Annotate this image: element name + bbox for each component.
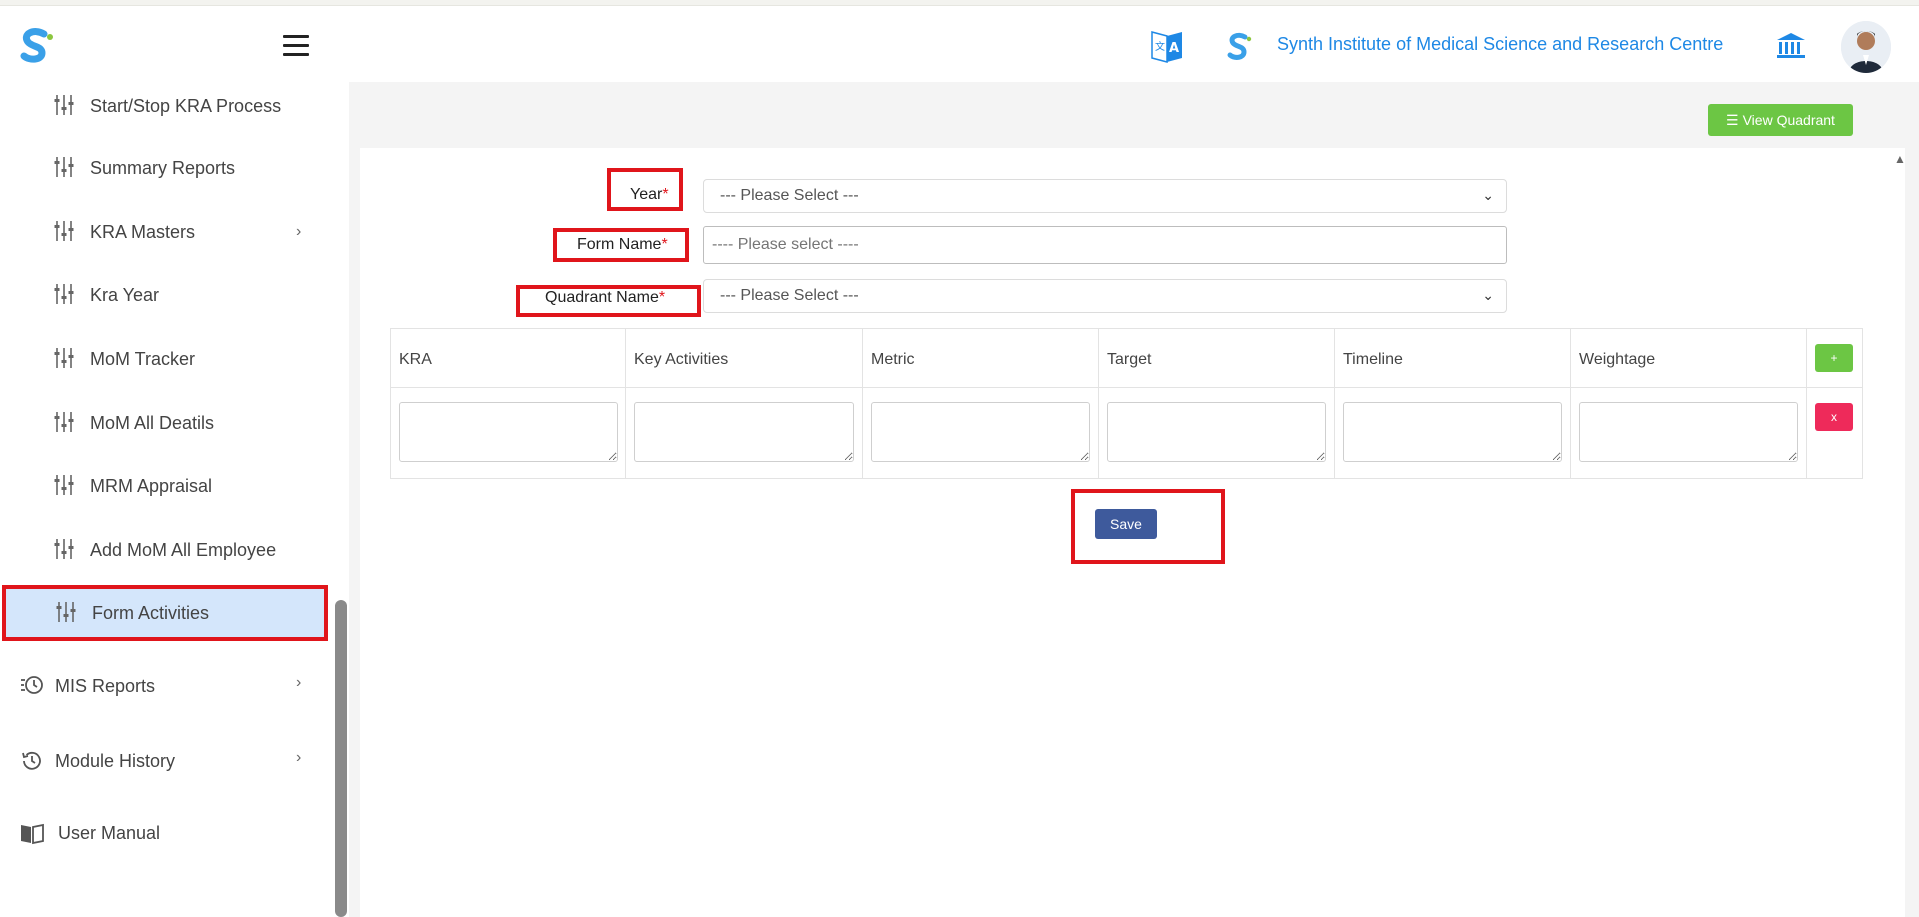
chevron-down-icon: ⌄ — [1482, 187, 1494, 203]
quadrant-select-value: --- Please Select --- — [720, 287, 859, 304]
quadrant-select[interactable]: --- Please Select --- ⌄ — [703, 279, 1507, 313]
timeline-textarea[interactable] — [1343, 402, 1562, 462]
svg-text:A: A — [1169, 41, 1179, 56]
sliders-icon — [56, 602, 76, 622]
sliders-icon — [54, 221, 74, 241]
sliders-icon — [54, 539, 74, 559]
app-logo-icon[interactable] — [16, 28, 56, 64]
institute-logo-icon — [1227, 32, 1252, 60]
column-header-weightage: Weightage — [1571, 329, 1807, 388]
sidebar-item-label: MoM Tracker — [90, 348, 196, 369]
weightage-textarea[interactable] — [1579, 402, 1798, 462]
sidebar-item-module-history[interactable]: Module History › — [0, 735, 330, 787]
sidebar-item-start-stop-kra[interactable]: Start/Stop KRA Process — [0, 80, 330, 132]
sidebar-item-label: MIS Reports — [55, 676, 156, 696]
institute-name[interactable]: Synth Institute of Medical Science and R… — [1277, 34, 1723, 55]
sliders-icon — [54, 157, 74, 177]
table-cell-target — [1099, 388, 1335, 478]
key-activities-textarea[interactable] — [634, 402, 854, 462]
sliders-icon — [54, 412, 74, 432]
sidebar-item-label: MoM All Deatils — [90, 412, 215, 433]
year-select[interactable]: --- Please Select --- ⌄ — [703, 179, 1507, 213]
sliders-icon — [54, 95, 74, 115]
chevron-right-icon: › — [296, 749, 302, 766]
column-header-key-activities: Key Activities — [626, 329, 863, 388]
table-cell-timeline — [1335, 388, 1571, 478]
view-quadrant-button[interactable]: ☰ View Quadrant — [1708, 104, 1853, 136]
menu-toggle-icon[interactable] — [283, 35, 309, 57]
table-cell-weightage — [1571, 388, 1807, 478]
sidebar-item-label: Kra Year — [90, 284, 160, 305]
sliders-icon — [54, 348, 74, 368]
year-label: Year* — [630, 186, 669, 203]
sidebar-item-label: MRM Appraisal — [90, 475, 213, 496]
sliders-icon — [54, 475, 74, 495]
metric-textarea[interactable] — [871, 402, 1090, 462]
translate-icon[interactable]: 文 A — [1150, 28, 1184, 64]
form-name-label: Form Name* — [577, 236, 668, 253]
target-textarea[interactable] — [1107, 402, 1326, 462]
sidebar-item-mis-reports[interactable]: MIS Reports › — [0, 660, 330, 712]
sidebar-item-mrm-appraisal[interactable]: MRM Appraisal — [0, 460, 330, 512]
institution-icon[interactable] — [1776, 32, 1806, 60]
history-icon — [22, 751, 41, 770]
chevron-right-icon: › — [296, 223, 302, 240]
table-cell-metric — [863, 388, 1099, 478]
chevron-right-icon: › — [296, 674, 302, 691]
sidebar-item-kra-year[interactable]: Kra Year — [0, 269, 330, 321]
sidebar-item-kra-masters[interactable]: KRA Masters › — [0, 206, 330, 258]
list-icon: ☰ — [1726, 111, 1739, 128]
save-button[interactable]: Save — [1095, 509, 1157, 539]
quadrant-name-label: Quadrant Name* — [545, 289, 666, 306]
sidebar-item-add-mom-all-employee[interactable]: Add MoM All Employee — [0, 524, 330, 576]
sidebar-item-mom-tracker[interactable]: MoM Tracker — [0, 333, 330, 385]
column-header-timeline: Timeline — [1335, 329, 1571, 388]
sidebar-item-label: Add MoM All Employee — [90, 539, 277, 560]
kra-table: KRA Key Activities Metric Target Timelin… — [390, 328, 1863, 479]
chevron-down-icon: ⌄ — [1482, 287, 1494, 303]
user-avatar[interactable] — [1841, 21, 1891, 73]
sidebar-item-label: Form Activities — [92, 602, 210, 623]
svg-text:文: 文 — [1155, 40, 1165, 53]
table-cell-key-activities — [626, 388, 863, 478]
sidebar-item-label: KRA Masters — [90, 221, 196, 242]
year-select-value: --- Please Select --- — [720, 187, 859, 204]
sidebar-scrollbar-thumb[interactable] — [335, 600, 347, 917]
sidebar-item-label: Summary Reports — [90, 157, 236, 178]
table-cell-kra — [391, 388, 626, 478]
sidebar-item-form-activities[interactable]: Form Activities — [2, 585, 328, 641]
book-icon — [21, 823, 44, 845]
view-quadrant-label: View Quadrant — [1742, 112, 1835, 128]
sidebar-item-label: Module History — [55, 751, 176, 771]
header: 文 A Synth Institute of Medical Science a… — [0, 6, 1919, 82]
add-row-button[interactable]: + — [1815, 344, 1853, 372]
column-header-target: Target — [1099, 329, 1335, 388]
kra-textarea[interactable] — [399, 402, 618, 462]
sliders-icon — [54, 284, 74, 304]
clock-list-icon — [21, 676, 43, 694]
sidebar-item-label: User Manual — [58, 823, 161, 843]
remove-row-button[interactable]: x — [1815, 403, 1853, 431]
form-name-input[interactable] — [703, 226, 1507, 264]
scroll-up-icon[interactable]: ▲ — [1894, 152, 1906, 166]
sidebar-item-user-manual[interactable]: User Manual — [0, 807, 330, 859]
table-cell-actions — [1807, 388, 1863, 478]
column-header-metric: Metric — [863, 329, 1099, 388]
column-header-kra: KRA — [391, 329, 626, 388]
sidebar-item-label: Start/Stop KRA Process — [90, 95, 282, 116]
sidebar-item-mom-all-details[interactable]: MoM All Deatils — [0, 397, 330, 449]
sidebar-item-summary-reports[interactable]: Summary Reports — [0, 142, 330, 194]
